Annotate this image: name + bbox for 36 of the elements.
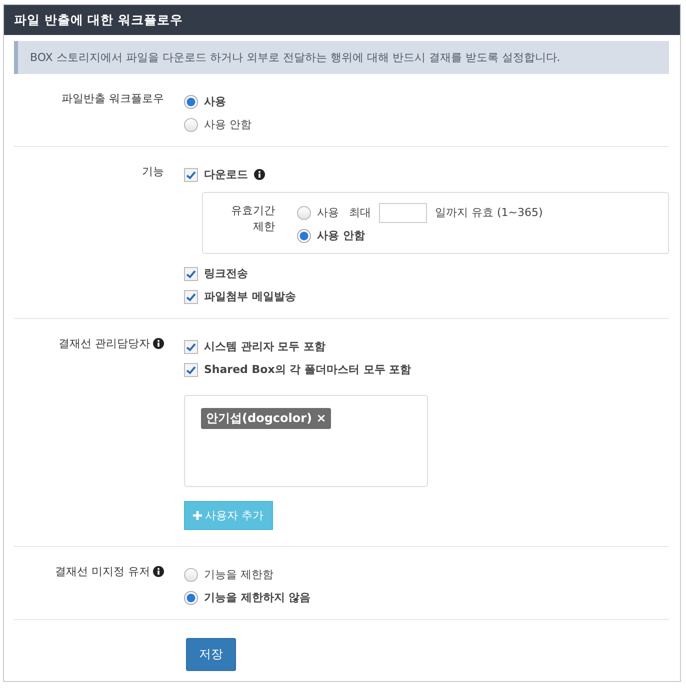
checkbox[interactable] (184, 266, 198, 280)
option-label: 기능을 제한하지 않음 (204, 590, 311, 605)
radio-button[interactable] (184, 94, 198, 108)
field-label: 기능 (142, 164, 164, 180)
checkbox-label: 링크전송 (204, 266, 248, 281)
option-label: 사용 (317, 205, 339, 220)
checkbox[interactable] (184, 340, 198, 354)
notice-banner: BOX 스토리지에서 파일을 다운로드 하거나 외부로 전달하는 행위에 대해 반드시 결재를 받도록 설정합니다. (14, 41, 669, 74)
checkbox-label: Shared Box의 각 폴더마스터 모두 포함 (204, 362, 412, 377)
checkbox-label: 시스템 관리자 모두 포함 (204, 339, 326, 354)
panel-title: 파일 반출에 대한 워크플로우 (4, 5, 680, 35)
checkbox-label: 다운로드 (204, 167, 248, 182)
days-input[interactable] (379, 202, 427, 222)
plus-icon (193, 511, 202, 520)
radio-button[interactable] (184, 568, 198, 582)
field-label: 최대 (349, 205, 371, 220)
option-label: 사용 (204, 94, 226, 109)
radio-button[interactable] (184, 118, 198, 132)
checkbox[interactable] (184, 168, 198, 182)
field-label: 유효기간 제한 (230, 203, 276, 235)
checkbox-label: 파일첨부 메일발송 (204, 289, 296, 304)
field-label: 파일반출 워크플로우 (62, 91, 164, 107)
field-label: 결재선 미지정 유저 (55, 564, 150, 580)
option-label: 사용 안함 (317, 228, 365, 243)
user-list-box[interactable]: 안기섭(dogcolor) × (184, 395, 428, 487)
radio-button[interactable] (297, 206, 311, 220)
field-hint: 일까지 유효 (1~365) (435, 205, 543, 220)
save-button[interactable]: 저장 (186, 638, 236, 671)
checkbox[interactable] (184, 362, 198, 376)
radio-button[interactable] (184, 590, 198, 604)
radio-button[interactable] (297, 228, 311, 242)
user-tag[interactable]: 안기섭(dogcolor) × (201, 408, 332, 429)
option-label: 사용 안함 (204, 117, 252, 132)
field-label: 결재선 관리담당자 (58, 336, 150, 352)
option-label: 기능을 제한함 (204, 567, 274, 582)
checkbox[interactable] (184, 290, 198, 304)
